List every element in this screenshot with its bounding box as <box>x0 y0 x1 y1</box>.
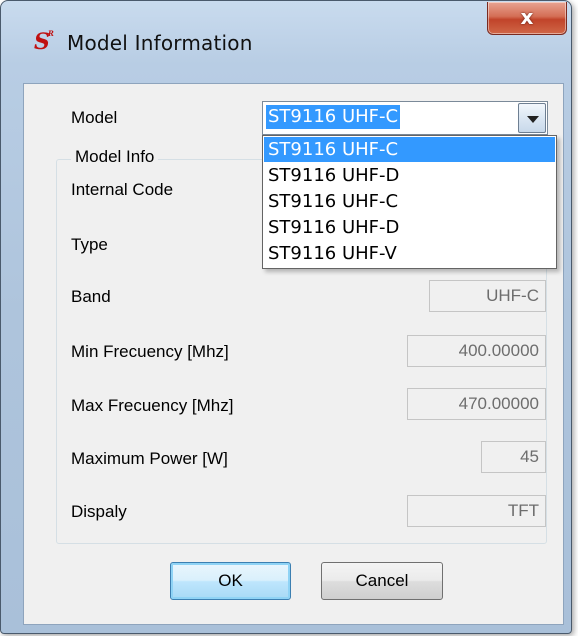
model-combobox[interactable]: ST9116 UHF-C <box>262 101 548 135</box>
display-field[interactable]: TFT <box>407 495 546 527</box>
max-frequency-field[interactable]: 470.00000 <box>407 388 546 420</box>
max-frequency-label: Max Frecuency [Mhz] <box>71 396 234 415</box>
dialog-window: SR Model Information x Model Model Info … <box>0 0 572 634</box>
model-info-group-title: Model Info <box>71 147 159 167</box>
min-frequency-label: Min Frecuency [Mhz] <box>71 342 229 361</box>
band-label: Band <box>71 287 111 306</box>
close-icon: x <box>520 5 534 29</box>
title-bar[interactable]: SR Model Information x <box>1 1 571 83</box>
combobox-dropdown-button[interactable] <box>518 103 546 133</box>
close-button[interactable]: x <box>487 2 567 35</box>
type-label: Type <box>71 235 108 254</box>
model-label: Model <box>71 108 118 127</box>
model-option[interactable]: ST9116 UHF-D <box>264 215 555 240</box>
chevron-down-icon <box>527 116 539 123</box>
model-dropdown-list[interactable]: ST9116 UHF-C ST9116 UHF-D ST9116 UHF-C S… <box>262 135 557 269</box>
app-logo-icon: SR <box>34 29 54 55</box>
model-option[interactable]: ST9116 UHF-C <box>264 189 555 214</box>
model-selected-value: ST9116 UHF-C <box>266 105 401 129</box>
max-power-field[interactable]: 45 <box>481 441 546 473</box>
internal-code-label: Internal Code <box>71 180 174 199</box>
band-field[interactable]: UHF-C <box>429 280 546 312</box>
max-power-label: Maximum Power [W] <box>71 449 228 468</box>
window-title: Model Information <box>67 31 253 55</box>
ok-button[interactable]: OK <box>170 562 291 600</box>
model-option[interactable]: ST9116 UHF-V <box>264 241 555 266</box>
dialog-client-area: Model Model Info Internal Code Type Band… <box>23 83 564 625</box>
model-option[interactable]: ST9116 UHF-C <box>264 137 555 162</box>
min-frequency-field[interactable]: 400.00000 <box>407 335 546 367</box>
model-option[interactable]: ST9116 UHF-D <box>264 163 555 188</box>
cancel-button[interactable]: Cancel <box>321 562 443 600</box>
display-label: Dispaly <box>71 502 127 521</box>
